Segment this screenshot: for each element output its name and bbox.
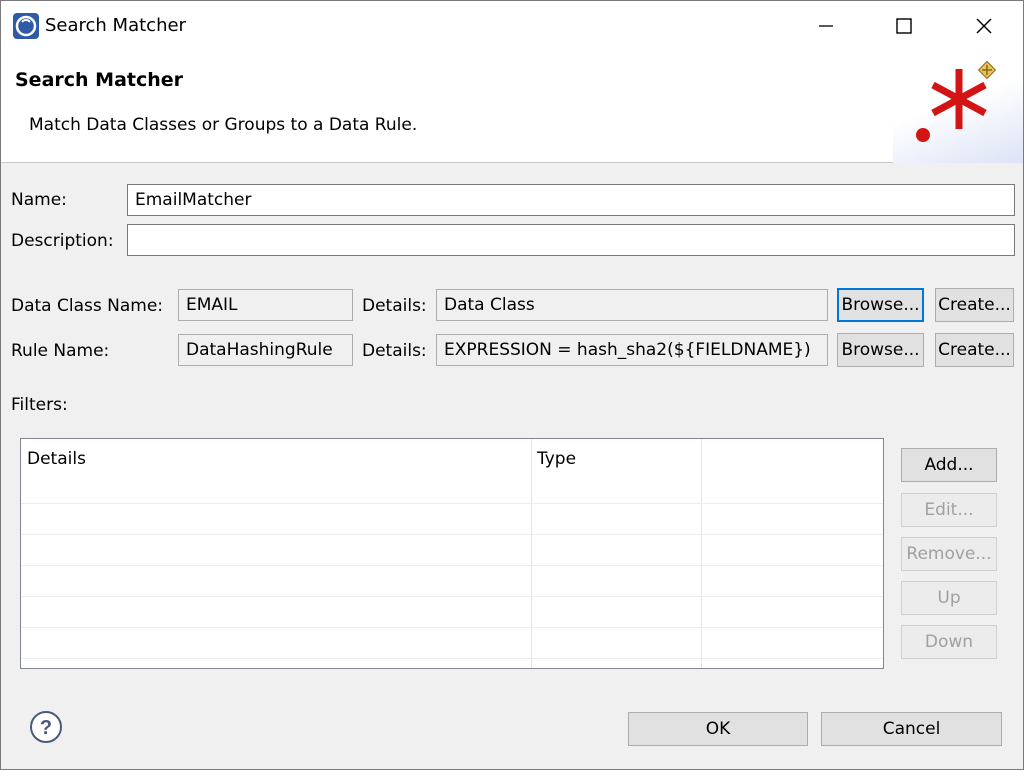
move-down-button[interactable]: Down bbox=[901, 625, 997, 659]
data-class-details-field: Data Class bbox=[436, 289, 828, 321]
svg-text:?: ? bbox=[40, 717, 52, 739]
data-class-name-label: Data Class Name: bbox=[11, 296, 164, 316]
table-row-divider bbox=[21, 534, 883, 535]
help-icon: ? bbox=[30, 711, 62, 743]
table-row-divider bbox=[21, 596, 883, 597]
cancel-button[interactable]: Cancel bbox=[821, 712, 1002, 746]
close-icon bbox=[976, 18, 992, 34]
eclipse-app-icon bbox=[13, 13, 39, 39]
ok-button[interactable]: OK bbox=[628, 712, 808, 746]
name-field[interactable]: EmailMatcher bbox=[127, 184, 1015, 216]
rule-details-field: EXPRESSION = hash_sha2(${FIELDNAME}) bbox=[436, 334, 828, 366]
banner-title: Search Matcher bbox=[15, 69, 184, 91]
close-button[interactable] bbox=[945, 1, 1023, 51]
description-field[interactable] bbox=[127, 224, 1015, 256]
rule-name-label: Rule Name: bbox=[11, 341, 110, 361]
rule-details-label: Details: bbox=[362, 341, 427, 361]
remove-filter-button[interactable]: Remove... bbox=[901, 537, 997, 571]
banner-description: Match Data Classes or Groups to a Data R… bbox=[29, 115, 418, 135]
minimize-button[interactable] bbox=[787, 1, 865, 51]
column-divider bbox=[531, 439, 532, 668]
description-label: Description: bbox=[11, 231, 114, 251]
asterisk-logo-icon bbox=[916, 60, 997, 142]
filters-table[interactable]: Details Type bbox=[20, 438, 884, 669]
data-class-browse-button[interactable]: Browse... bbox=[837, 288, 924, 322]
maximize-icon bbox=[896, 18, 912, 34]
table-row-divider bbox=[21, 565, 883, 566]
move-up-button[interactable]: Up bbox=[901, 581, 997, 615]
column-header-details[interactable]: Details bbox=[27, 449, 86, 469]
filters-table-header: Details Type bbox=[21, 439, 883, 479]
column-divider bbox=[701, 439, 702, 668]
minimize-icon bbox=[819, 25, 833, 27]
edit-filter-button[interactable]: Edit... bbox=[901, 493, 997, 527]
help-button[interactable]: ? bbox=[29, 710, 63, 744]
data-class-details-label: Details: bbox=[362, 296, 427, 316]
table-row-divider bbox=[21, 658, 883, 659]
column-header-type[interactable]: Type bbox=[537, 449, 576, 469]
banner-graphic bbox=[893, 51, 1023, 163]
name-label: Name: bbox=[11, 190, 67, 210]
rule-name-field: DataHashingRule bbox=[178, 334, 353, 366]
table-row-divider bbox=[21, 503, 883, 504]
add-filter-button[interactable]: Add... bbox=[901, 448, 997, 482]
data-class-create-button[interactable]: Create... bbox=[935, 288, 1014, 322]
filters-label: Filters: bbox=[11, 395, 68, 415]
data-class-name-field: EMAIL bbox=[178, 289, 353, 321]
title-bar: Search Matcher bbox=[1, 1, 1023, 51]
rule-browse-button[interactable]: Browse... bbox=[837, 333, 924, 367]
dialog-window: Search Matcher Search Matcher Match Data… bbox=[0, 0, 1024, 770]
maximize-button[interactable] bbox=[865, 1, 943, 51]
header-banner: Search Matcher Match Data Classes or Gro… bbox=[1, 51, 1023, 163]
rule-create-button[interactable]: Create... bbox=[935, 333, 1014, 367]
window-title: Search Matcher bbox=[45, 15, 186, 36]
table-row-divider bbox=[21, 627, 883, 628]
